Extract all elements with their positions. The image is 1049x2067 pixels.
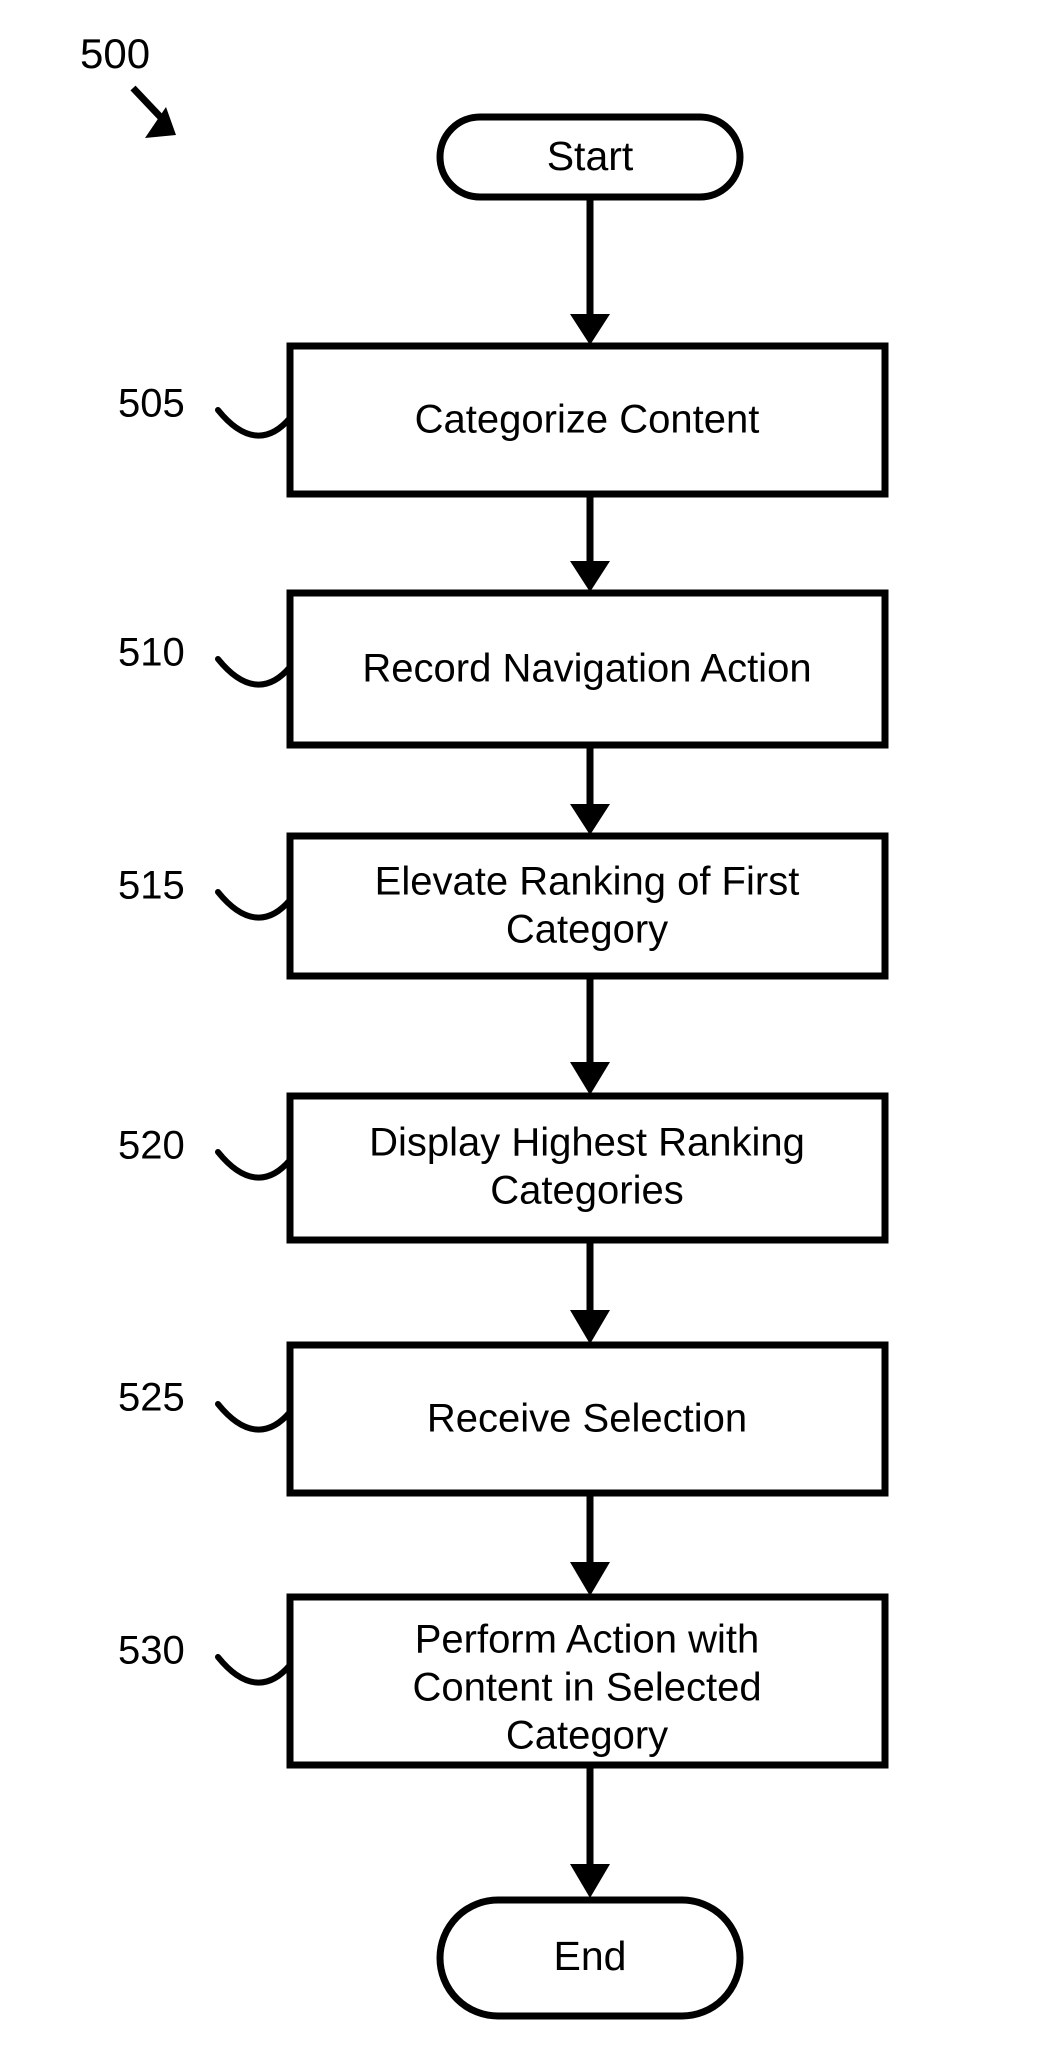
connector-start-to-505 — [570, 197, 610, 345]
terminal-end-label: End — [554, 1933, 627, 1979]
process-box-525-line-0: Receive Selection — [427, 1397, 747, 1441]
figure-number-label: 500 — [80, 30, 150, 77]
connector-525-to-530 — [570, 1493, 610, 1596]
reference-number-520: 520 — [118, 1124, 185, 1168]
terminal-start-label: Start — [547, 133, 634, 179]
process-box-520: Display Highest Ranking Categories — [286, 1092, 889, 1244]
process-box-530-line-2: Category — [506, 1714, 668, 1758]
connector-515-to-520 — [570, 976, 610, 1095]
reference-number-510: 510 — [118, 631, 185, 675]
reference-leader-510: 510 — [118, 631, 293, 688]
process-box-510-line-0: Record Navigation Action — [362, 647, 811, 691]
reference-leader-525: 525 — [118, 1376, 293, 1433]
process-box-530: Perform Action with Content in Selected … — [286, 1593, 889, 1769]
process-box-530-line-0: Perform Action with — [415, 1618, 760, 1662]
figure-pointer-arrow-icon — [130, 85, 176, 138]
terminal-start: Start — [436, 113, 744, 201]
flowchart-figure: 500 Start Categorize Content 505 Record … — [0, 0, 1049, 2067]
process-box-520-line-0: Display Highest Ranking — [369, 1121, 805, 1165]
connector-505-to-510 — [570, 494, 610, 592]
process-box-510: Record Navigation Action — [286, 589, 889, 749]
process-box-525: Receive Selection — [286, 1341, 889, 1497]
connector-530-to-end — [570, 1765, 610, 1898]
process-box-515-line-0: Elevate Ranking of First — [375, 860, 800, 904]
reference-number-530: 530 — [118, 1629, 185, 1673]
reference-number-525: 525 — [118, 1376, 185, 1420]
process-box-515-line-1: Category — [506, 908, 668, 952]
process-box-505-line-0: Categorize Content — [415, 398, 760, 442]
reference-number-505: 505 — [118, 382, 185, 426]
reference-leader-520: 520 — [118, 1124, 293, 1181]
flowchart-canvas: 500 Start Categorize Content 505 Record … — [80, 30, 889, 2020]
terminal-end: End — [436, 1896, 744, 2020]
reference-leader-530: 530 — [118, 1629, 293, 1686]
reference-leader-505: 505 — [118, 382, 293, 439]
process-box-515: Elevate Ranking of First Category — [286, 832, 889, 980]
connector-520-to-525 — [570, 1240, 610, 1344]
process-box-530-line-1: Content in Selected — [412, 1666, 761, 1710]
connector-510-to-515 — [570, 745, 610, 835]
process-box-520-line-1: Categories — [490, 1169, 683, 1213]
reference-number-515: 515 — [118, 864, 185, 908]
reference-leader-515: 515 — [118, 864, 293, 921]
process-box-505: Categorize Content — [286, 342, 889, 498]
